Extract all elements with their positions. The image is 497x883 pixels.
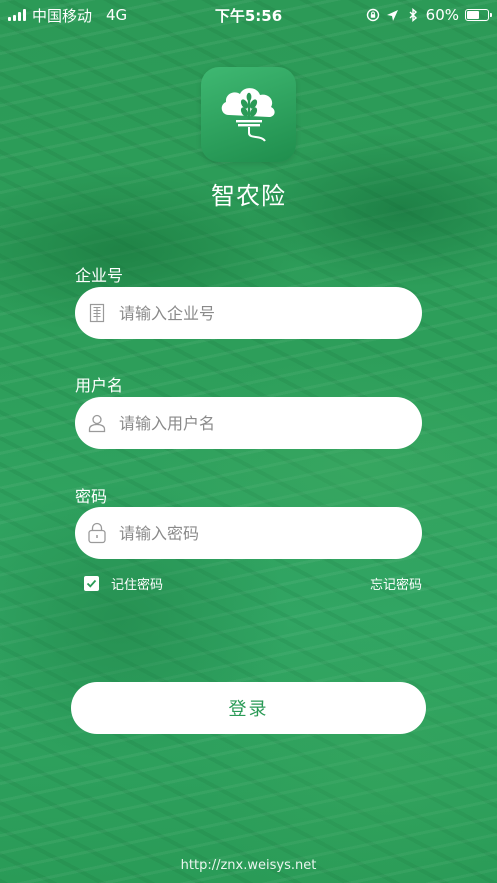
password-label: 密码: [75, 487, 108, 506]
password-field[interactable]: [75, 507, 422, 559]
network-type: 4G: [106, 6, 128, 24]
remember-label: 记住密码: [111, 578, 164, 593]
cloud-wheat-plug-icon: [221, 87, 275, 142]
checkmark-icon: [86, 579, 97, 588]
username-field[interactable]: [75, 397, 422, 449]
user-icon: [87, 412, 107, 434]
username-input[interactable]: [119, 413, 399, 433]
status-bar: 中国移动 4G 下午5:56 60%: [0, 0, 497, 30]
company-field[interactable]: [75, 287, 422, 339]
bluetooth-icon: [406, 8, 420, 22]
app-name: 智农险: [211, 182, 286, 210]
status-bar-left: 中国移动 4G: [8, 5, 127, 26]
battery-icon: [465, 9, 492, 21]
password-input[interactable]: [119, 523, 399, 543]
carrier-name: 中国移动: [32, 6, 93, 25]
app-logo: [201, 67, 296, 162]
lock-icon: [87, 522, 107, 544]
company-label: 企业号: [75, 266, 124, 285]
location-arrow-icon: [386, 8, 400, 22]
battery-percent: 60%: [425, 6, 459, 24]
forgot-password-link[interactable]: 忘记密码: [370, 574, 422, 593]
company-input[interactable]: [119, 303, 399, 323]
battery-level: [467, 11, 479, 19]
signal-strength-icon: [8, 9, 26, 21]
remember-password[interactable]: 记住密码: [84, 574, 163, 593]
login-button[interactable]: 登录: [71, 682, 426, 734]
rotation-lock-icon: [366, 8, 380, 22]
remember-checkbox[interactable]: [84, 576, 99, 591]
footer-url: http://znx.weisys.net: [180, 858, 317, 873]
username-label: 用户名: [75, 376, 124, 395]
building-icon: [87, 302, 107, 324]
status-bar-right: 60%: [366, 6, 492, 24]
